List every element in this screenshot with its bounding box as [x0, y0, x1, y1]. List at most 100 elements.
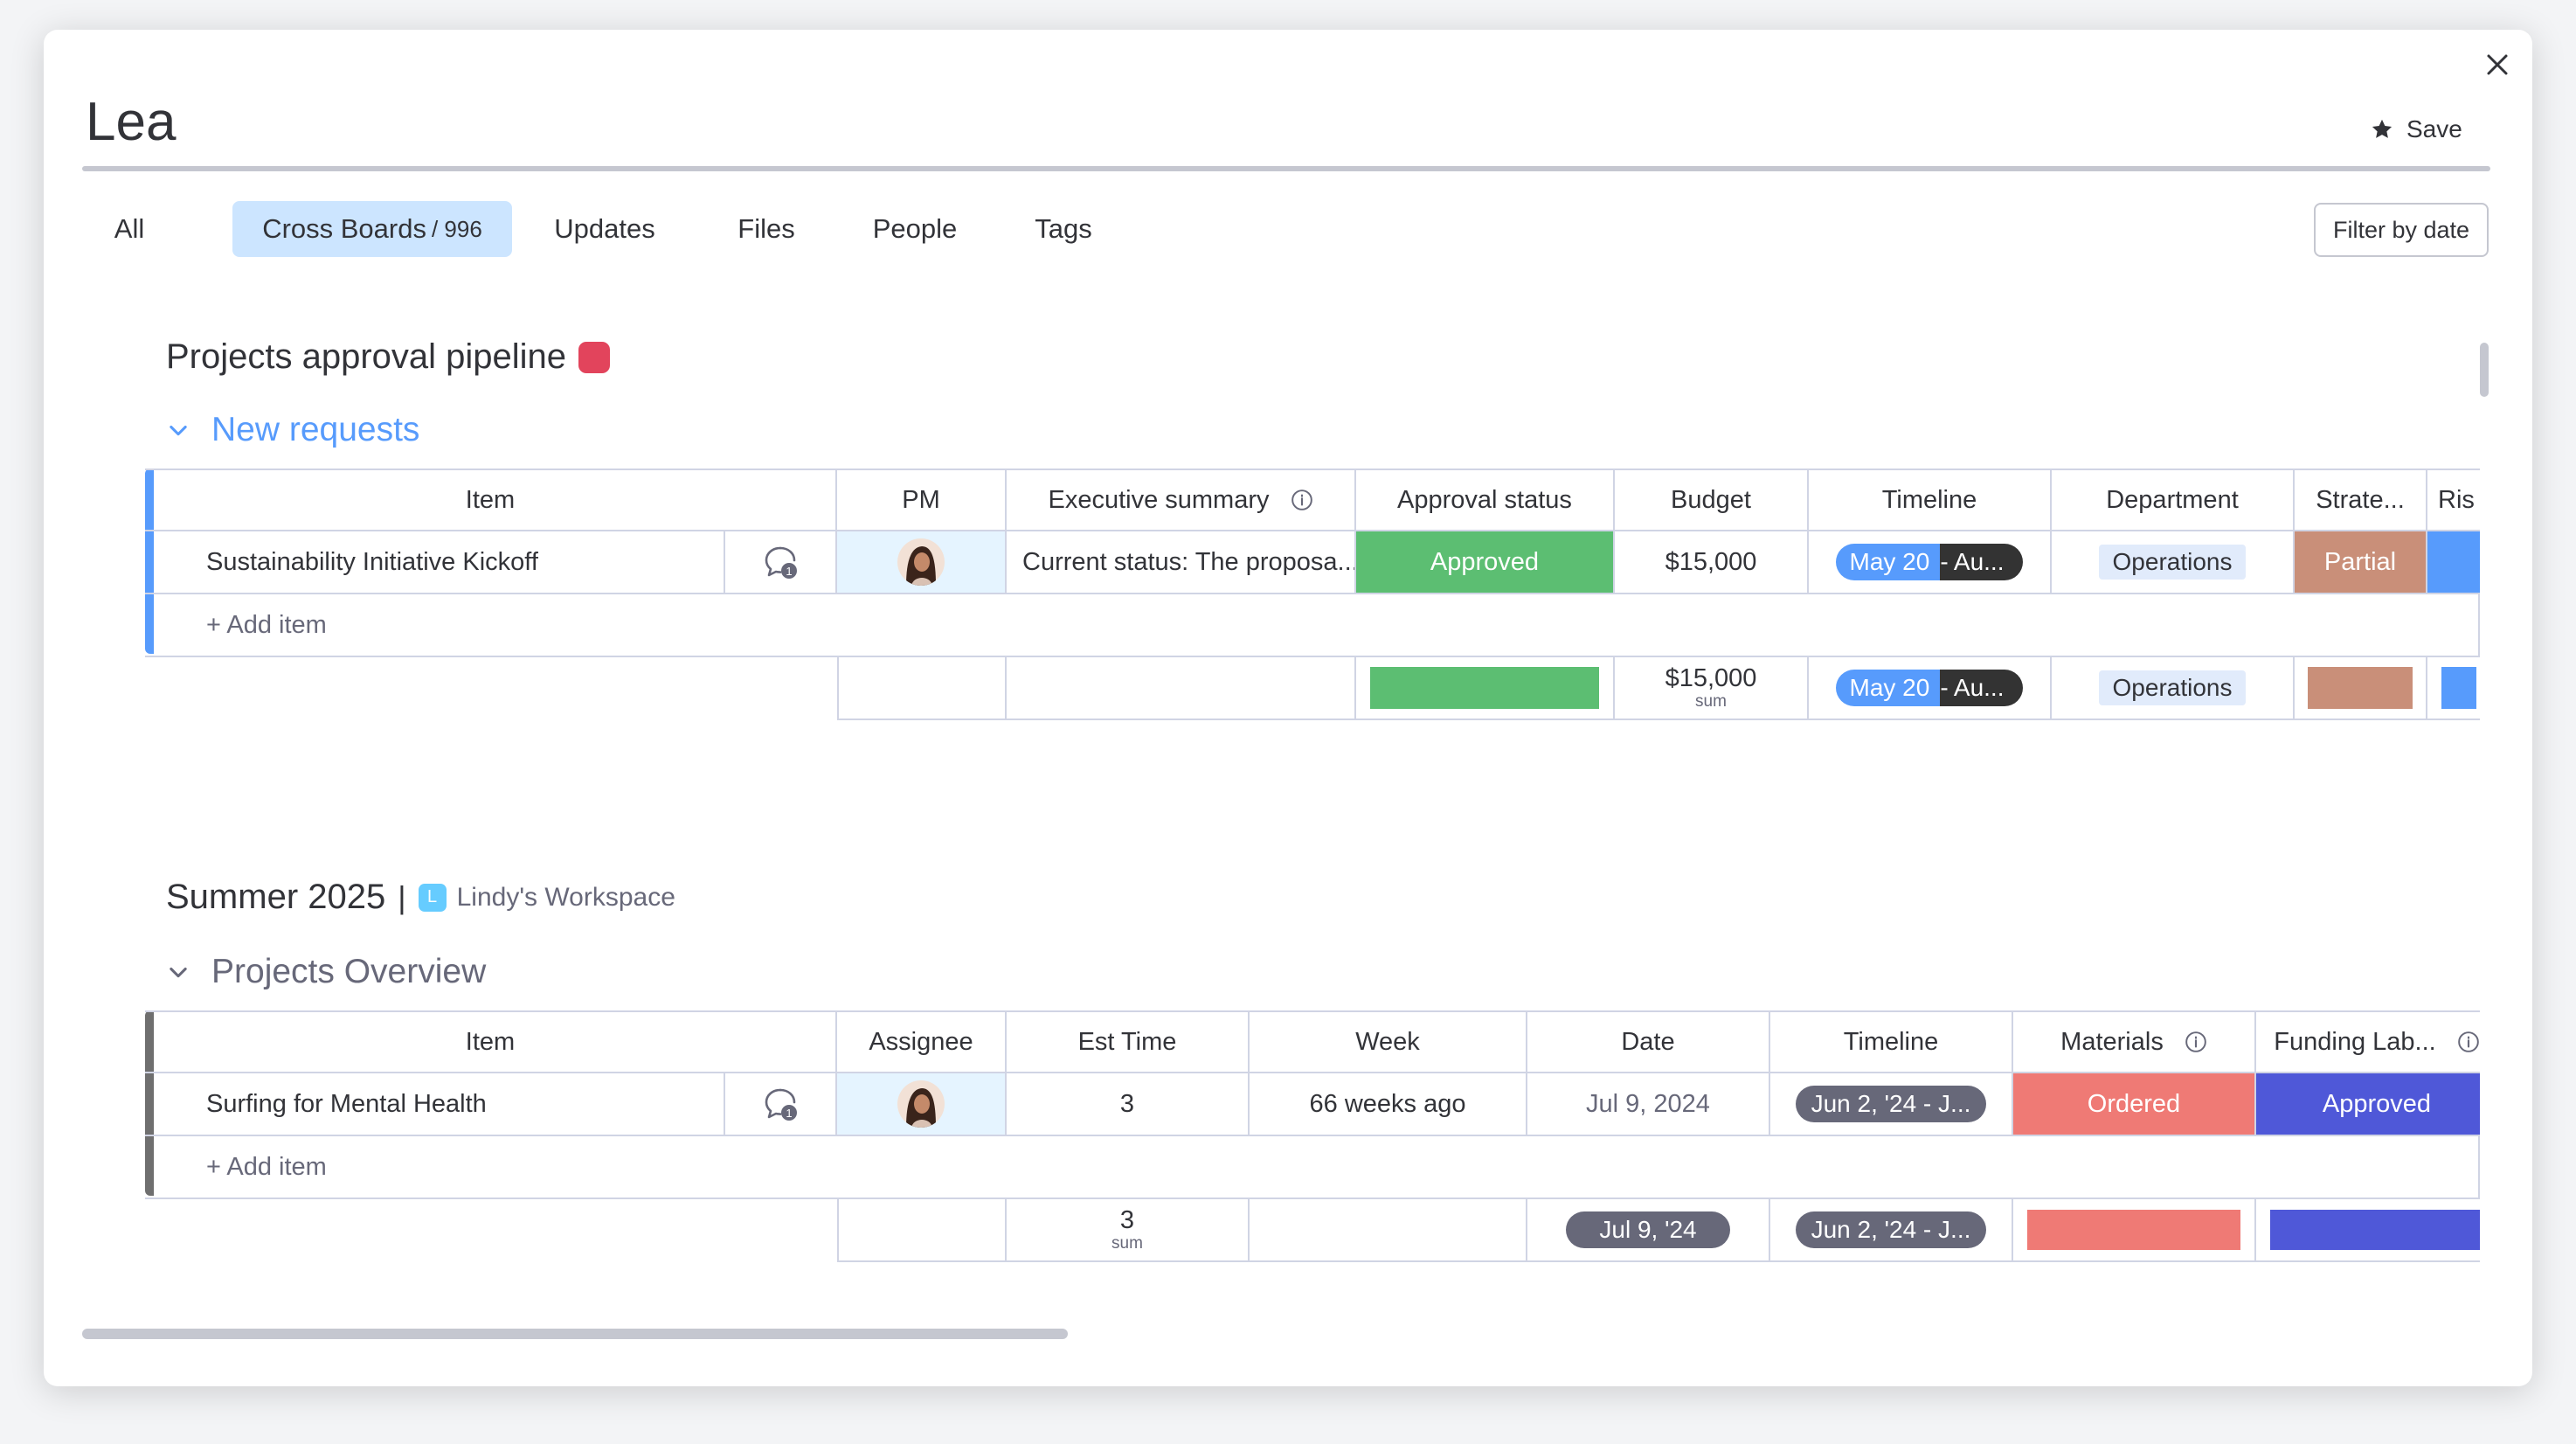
approval-status-label[interactable]: Approved: [1356, 531, 1615, 594]
budget-cell[interactable]: $15,000: [1615, 531, 1809, 594]
column-header-budget[interactable]: Budget: [1615, 469, 1809, 531]
timeline-pill: May 20 - Au...: [1835, 670, 2024, 706]
add-item-row[interactable]: + Add item: [145, 1136, 2480, 1199]
table-header-row: Item PM Executive summary Approval statu…: [145, 469, 2480, 531]
summary-row: $15,000 sum May 20 - Au... Operations: [145, 657, 2480, 720]
board-title-summer-2025[interactable]: Summer 2025 | L Lindy's Workspace: [166, 878, 675, 917]
item-name-cell[interactable]: Surfing for Mental Health: [145, 1073, 725, 1136]
info-icon[interactable]: [2457, 1031, 2480, 1053]
column-header-item[interactable]: Item: [145, 1010, 837, 1073]
tab-count: / 996: [431, 215, 482, 242]
timeline-pill: Jun 2, '24 - J...: [1795, 1211, 1987, 1248]
tab-all[interactable]: All: [107, 201, 152, 257]
tab-tags[interactable]: Tags: [1015, 201, 1111, 257]
save-button[interactable]: Save: [2370, 115, 2462, 143]
item-name-cell[interactable]: Sustainability Initiative Kickoff: [145, 531, 725, 594]
executive-summary-cell[interactable]: Current status: The proposa...: [1007, 531, 1356, 594]
date-cell[interactable]: Jul 9, 2024: [1527, 1073, 1770, 1136]
tab-cross-boards[interactable]: Cross Boards / 996: [232, 201, 512, 257]
column-header-assignee[interactable]: Assignee: [837, 1010, 1007, 1073]
column-header-week[interactable]: Week: [1250, 1010, 1527, 1073]
item-updates-button[interactable]: 1: [725, 531, 837, 594]
funding-status-label[interactable]: Approved: [2256, 1073, 2480, 1136]
group-name: Projects Overview: [211, 953, 487, 990]
table-row[interactable]: Sustainability Initiative Kickoff 1 Curr…: [145, 531, 2480, 594]
vertical-scrollbar[interactable]: [2480, 343, 2489, 397]
column-header-timeline[interactable]: Timeline: [1770, 1010, 2013, 1073]
group-header-projects-overview[interactable]: Projects Overview: [166, 953, 486, 991]
info-icon[interactable]: [2185, 1031, 2207, 1053]
timeline-cell[interactable]: Jun 2, '24 - J...: [1770, 1073, 2013, 1136]
summary-pm: [837, 657, 1007, 720]
add-item-row[interactable]: + Add item: [145, 594, 2480, 657]
est-time-cell[interactable]: 3: [1007, 1073, 1250, 1136]
svg-text:1: 1: [786, 1107, 792, 1120]
column-header-approval-status[interactable]: Approval status: [1356, 469, 1615, 531]
horizontal-scrollbar[interactable]: [82, 1329, 1068, 1339]
status-distribution-bar: [2270, 1210, 2480, 1250]
column-header-strategy[interactable]: Strate...: [2295, 469, 2427, 531]
avatar: [897, 538, 945, 586]
comment-icon: 1: [765, 546, 797, 579]
tab-label: Cross Boards: [262, 213, 426, 244]
column-header-department[interactable]: Department: [2052, 469, 2295, 531]
summary-exec: [1007, 657, 1356, 720]
column-header-executive-summary[interactable]: Executive summary: [1007, 469, 1356, 531]
week-cell[interactable]: 66 weeks ago: [1250, 1073, 1527, 1136]
summary-strategy: [2295, 657, 2427, 720]
tab-updates[interactable]: Updates: [544, 201, 666, 257]
close-icon: [2487, 54, 2508, 75]
comment-icon: 1: [765, 1088, 797, 1121]
column-header-item[interactable]: Item: [145, 469, 837, 531]
workspace-badge: L: [418, 883, 447, 912]
summary-assignee: [837, 1199, 1007, 1262]
timeline-pill: Jun 2, '24 - J...: [1795, 1086, 1987, 1122]
add-item-label: + Add item: [206, 610, 327, 639]
title-divider: [82, 166, 2490, 171]
table-row[interactable]: Surfing for Mental Health 1 3 66 weeks a…: [145, 1073, 2480, 1136]
department-cell[interactable]: Operations: [2052, 531, 2295, 594]
strategy-status-label[interactable]: Partial: [2295, 531, 2427, 594]
filter-by-date-button[interactable]: Filter by date: [2314, 203, 2489, 257]
table-new-requests: Item PM Executive summary Approval statu…: [145, 469, 2480, 748]
assignee-cell[interactable]: [837, 1073, 1007, 1136]
page-title: Lea: [86, 92, 177, 152]
board-title-projects-approval[interactable]: Projects approval pipeline: [166, 337, 611, 377]
materials-status-label[interactable]: Ordered: [2013, 1073, 2256, 1136]
summary-timeline: May 20 - Au...: [1809, 657, 2052, 720]
column-header-funding-label[interactable]: Funding Lab...: [2256, 1010, 2480, 1073]
summary-approval: [1356, 657, 1615, 720]
avatar: [897, 1080, 945, 1128]
info-icon[interactable]: [1291, 489, 1313, 511]
column-header-materials[interactable]: Materials: [2013, 1010, 2256, 1073]
group-name: New requests: [211, 411, 420, 448]
pm-cell[interactable]: [837, 531, 1007, 594]
risk-status-label[interactable]: [2427, 531, 2480, 594]
close-button[interactable]: [2475, 42, 2520, 87]
status-distribution-bar: [1370, 667, 1599, 709]
column-header-timeline[interactable]: Timeline: [1809, 469, 2052, 531]
board-name: Projects approval pipeline: [166, 337, 567, 376]
table-projects-overview: Item Assignee Est Time Week Date Timelin…: [145, 1010, 2480, 1290]
group-header-new-requests[interactable]: New requests: [166, 411, 419, 449]
workspace-name[interactable]: Lindy's Workspace: [457, 883, 675, 913]
tab-people[interactable]: People: [858, 201, 972, 257]
timeline-cell[interactable]: May 20 - Au...: [1809, 531, 2052, 594]
date-range-pill: Jul 9, '24: [1566, 1211, 1730, 1248]
tab-files[interactable]: Files: [718, 201, 814, 257]
chevron-down-icon: [170, 425, 187, 436]
save-label: Save: [2406, 115, 2462, 142]
item-card-modal: Lea Save All Cross Boards / 996 Updates …: [44, 30, 2532, 1386]
status-distribution-bar: [2441, 667, 2476, 709]
department-tag: Operations: [2098, 670, 2247, 705]
table-header-row: Item Assignee Est Time Week Date Timelin…: [145, 1010, 2480, 1073]
chevron-down-icon: [170, 967, 187, 978]
item-updates-button[interactable]: 1: [725, 1073, 837, 1136]
column-header-est-time[interactable]: Est Time: [1007, 1010, 1250, 1073]
column-header-pm[interactable]: PM: [837, 469, 1007, 531]
summary-week: [1250, 1199, 1527, 1262]
summary-row: 3 sum Jul 9, '24 Jun 2, '24 - J...: [145, 1199, 2480, 1262]
column-header-risk[interactable]: Ris: [2427, 469, 2480, 531]
summary-funding: [2256, 1199, 2480, 1262]
column-header-date[interactable]: Date: [1527, 1010, 1770, 1073]
